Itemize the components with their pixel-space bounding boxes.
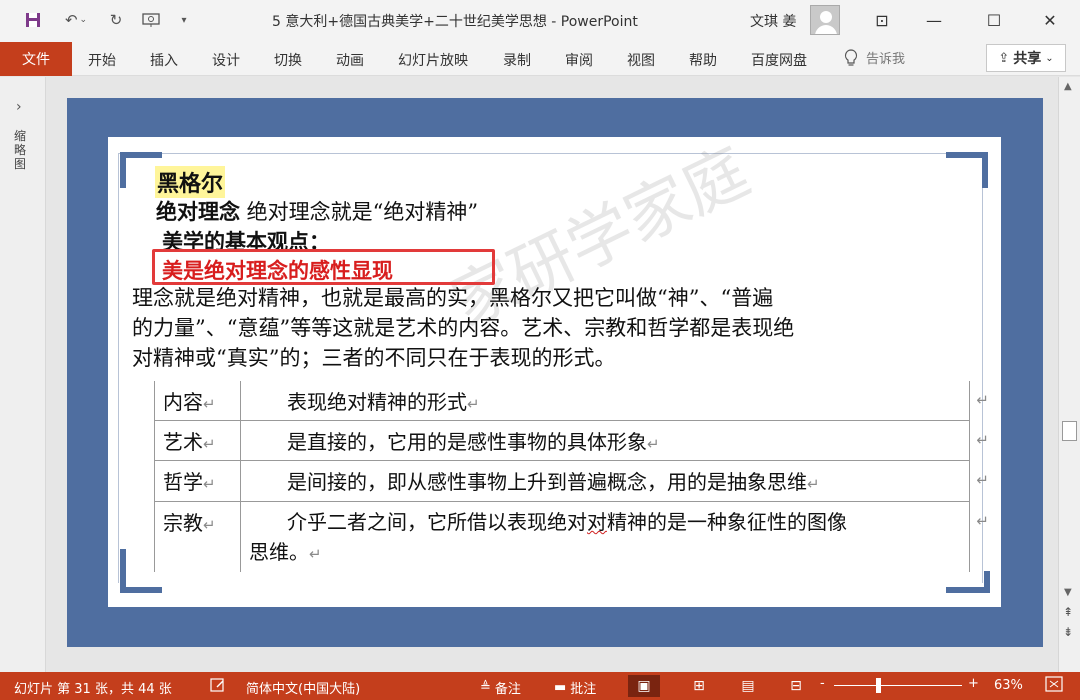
tell-me-search[interactable]: 告诉我 (844, 48, 905, 67)
tab-home[interactable]: 开始 (88, 50, 116, 70)
slide-sorter-icon[interactable]: ⊞ (684, 675, 714, 697)
table-cell: 表现绝对精神的形式↵ (287, 390, 480, 414)
notes-icon: ≜ (480, 680, 491, 695)
tab-design[interactable]: 设计 (212, 50, 240, 70)
table-cell: 哲学↵ (155, 461, 241, 501)
comments-label: 批注 (570, 682, 597, 697)
absolute-idea-definition: 绝对理念就是“绝对精神” (240, 200, 479, 224)
slide-highlight-text[interactable]: 美是绝对理念的感性显现 (162, 255, 393, 285)
zoom-level[interactable]: 63% (994, 678, 1023, 693)
customize-icon[interactable]: ▾ (174, 8, 194, 32)
zoom-slider-track[interactable] (834, 685, 962, 686)
slide-canvas[interactable]: 家研学家庭 黑格尔 绝对理念 绝对理念就是“绝对精神” 美学的基本观点： 美是绝… (67, 98, 1043, 647)
table-cell: 艺术↵ (155, 421, 241, 460)
normal-view-icon[interactable]: ▣ (628, 675, 660, 697)
share-icon: ⇪ (998, 50, 1010, 66)
share-button[interactable]: ⇪ 共享 ⌄ (986, 44, 1066, 72)
tab-record[interactable]: 录制 (503, 50, 531, 70)
row-end-mark: ↵ (976, 431, 989, 449)
table-cell: 宗教↵ (155, 502, 241, 572)
scroll-down-icon[interactable]: ▼ (1064, 587, 1072, 598)
redo-icon[interactable]: ↻ (102, 8, 130, 32)
tab-insert[interactable]: 插入 (150, 50, 178, 70)
notes-label: 备注 (494, 682, 521, 697)
slide-editing-area: 家研学家庭 黑格尔 绝对理念 绝对理念就是“绝对精神” 美学的基本观点： 美是绝… (46, 77, 1058, 672)
zoom-out-button[interactable]: - (820, 676, 825, 691)
table-row: 宗教↵ 介乎二者之间，它所借以表现绝对对精神的是一种象征性的图像 思维。↵ ↵ (155, 502, 989, 572)
ribbon-tabs: 文件 开始 插入 设计 切换 动画 幻灯片放映 录制 审阅 视图 帮助 百度网盘… (0, 40, 1080, 76)
scrollbar-thumb[interactable] (1062, 421, 1077, 441)
table-cell: 介乎二者之间，它所借以表现绝对对精神的是一种象征性的图像 思维。↵ (249, 510, 847, 564)
zoom-slider-knob[interactable] (876, 678, 881, 693)
chevron-down-icon: ⌄ (1045, 52, 1054, 64)
paragraph-line: 的力量”、“意蕴”等等这就是艺术的内容。艺术、宗教和哲学都是表现绝 (132, 316, 795, 340)
table-cell: 是间接的，即从感性事物上升到普遍概念，用的是抽象思维↵ (287, 470, 820, 494)
comments-button[interactable]: ▬ 批注 (554, 678, 596, 697)
slide-heading[interactable]: 黑格尔 (155, 166, 226, 198)
table-cell: 内容↵ (155, 381, 241, 420)
lightbulb-icon (844, 48, 858, 66)
tell-me-label: 告诉我 (866, 52, 906, 67)
corner-bracket (946, 152, 988, 188)
status-bar: 幻灯片 第 31 张，共 44 张 简体中文(中国大陆) ≜ 备注 ▬ 批注 ▣… (0, 672, 1080, 700)
save-icon[interactable] (18, 8, 48, 32)
paragraph-line: 理念就是绝对精神，也就是最高的实，黑格尔又把它叫做“神”、“普遍 (132, 286, 774, 310)
user-name[interactable]: 文琪 姜 (750, 11, 796, 31)
tab-transitions[interactable]: 切换 (274, 50, 302, 70)
slide-line-absolute-idea[interactable]: 绝对理念 绝对理念就是“绝对精神” (156, 196, 478, 226)
tab-file[interactable]: 文件 (0, 42, 72, 76)
notes-button[interactable]: ≜ 备注 (480, 678, 521, 697)
tab-animations[interactable]: 动画 (336, 50, 364, 70)
tab-help[interactable]: 帮助 (689, 50, 717, 70)
tab-baidu-netdisk[interactable]: 百度网盘 (751, 50, 807, 70)
scroll-up-icon[interactable]: ▲ (1064, 81, 1072, 92)
row-end-mark: ↵ (976, 512, 989, 530)
vertical-scrollbar[interactable]: ▲ ▼ ⇞ ⇟ (1058, 77, 1080, 672)
table-cell: 是直接的，它用的是感性事物的具体形象↵ (287, 430, 660, 454)
document-title: 5 意大利+德国古典美学+二十世纪美学思想 - PowerPoint (272, 14, 638, 30)
table-row: 内容↵ 表现绝对精神的形式↵ ↵ (155, 381, 989, 421)
language-indicator[interactable]: 简体中文(中国大陆) (246, 678, 360, 697)
tab-review[interactable]: 审阅 (565, 50, 593, 70)
close-button[interactable]: ✕ (1030, 5, 1070, 35)
comment-icon: ▬ (554, 680, 567, 695)
slide-counter: 幻灯片 第 31 张，共 44 张 (14, 682, 172, 697)
share-label: 共享 (1013, 51, 1042, 67)
previous-slide-icon[interactable]: ⇞ (1063, 605, 1073, 619)
frame-line (118, 153, 983, 154)
spelling-mark: 对 (587, 510, 607, 534)
minimize-button[interactable]: — (914, 5, 954, 35)
zoom-in-button[interactable]: + (968, 676, 979, 691)
slide-content-card: 家研学家庭 黑格尔 绝对理念 绝对理念就是“绝对精神” 美学的基本观点： 美是绝… (108, 135, 1001, 607)
next-slide-icon[interactable]: ⇟ (1063, 625, 1073, 639)
slide-paragraph[interactable]: 理念就是绝对精神，也就是最高的实，黑格尔又把它叫做“神”、“普遍 的力量”、“意… (132, 283, 952, 373)
row-end-mark: ↵ (976, 471, 989, 489)
maximize-button[interactable]: ☐ (974, 5, 1014, 35)
comparison-table[interactable]: 内容↵ 表现绝对精神的形式↵ ↵ 艺术↵ 是直接的，它用的是感性事物的具体形象↵… (154, 381, 989, 572)
avatar[interactable] (810, 5, 840, 35)
fit-to-window-icon[interactable] (1044, 675, 1064, 693)
present-icon[interactable] (136, 8, 166, 32)
title-bar: ↶ ⌄ ↻ ▾ 5 意大利+德国古典美学+二十世纪美学思想 - PowerPoin… (0, 0, 1080, 40)
table-row: 艺术↵ 是直接的，它用的是感性事物的具体形象↵ ↵ (155, 421, 989, 461)
thumbnail-label: 缩略图 (14, 129, 27, 171)
tab-slideshow[interactable]: 幻灯片放映 (398, 50, 468, 70)
paragraph-line: 对精神或“真实”的；三者的不同只在于表现的形式。 (132, 346, 616, 370)
frame-line (118, 153, 119, 583)
accessibility-icon[interactable] (210, 678, 226, 692)
thumbnail-pane[interactable]: › 缩略图 (0, 77, 46, 672)
tab-view[interactable]: 视图 (627, 50, 655, 70)
row-end-mark: ↵ (976, 391, 989, 409)
table-row: 哲学↵ 是间接的，即从感性事物上升到普遍概念，用的是抽象思维↵ ↵ (155, 461, 989, 502)
ribbon-display-icon[interactable]: ⊡ (862, 5, 902, 35)
corner-bracket (946, 571, 990, 593)
reading-view-icon[interactable]: ▤ (733, 675, 763, 697)
chevron-right-icon[interactable]: › (16, 99, 22, 115)
slideshow-view-icon[interactable]: ⊟ (781, 675, 811, 697)
absolute-idea-term: 绝对理念 (156, 199, 240, 224)
undo-icon[interactable]: ↶ ⌄ (56, 8, 96, 32)
